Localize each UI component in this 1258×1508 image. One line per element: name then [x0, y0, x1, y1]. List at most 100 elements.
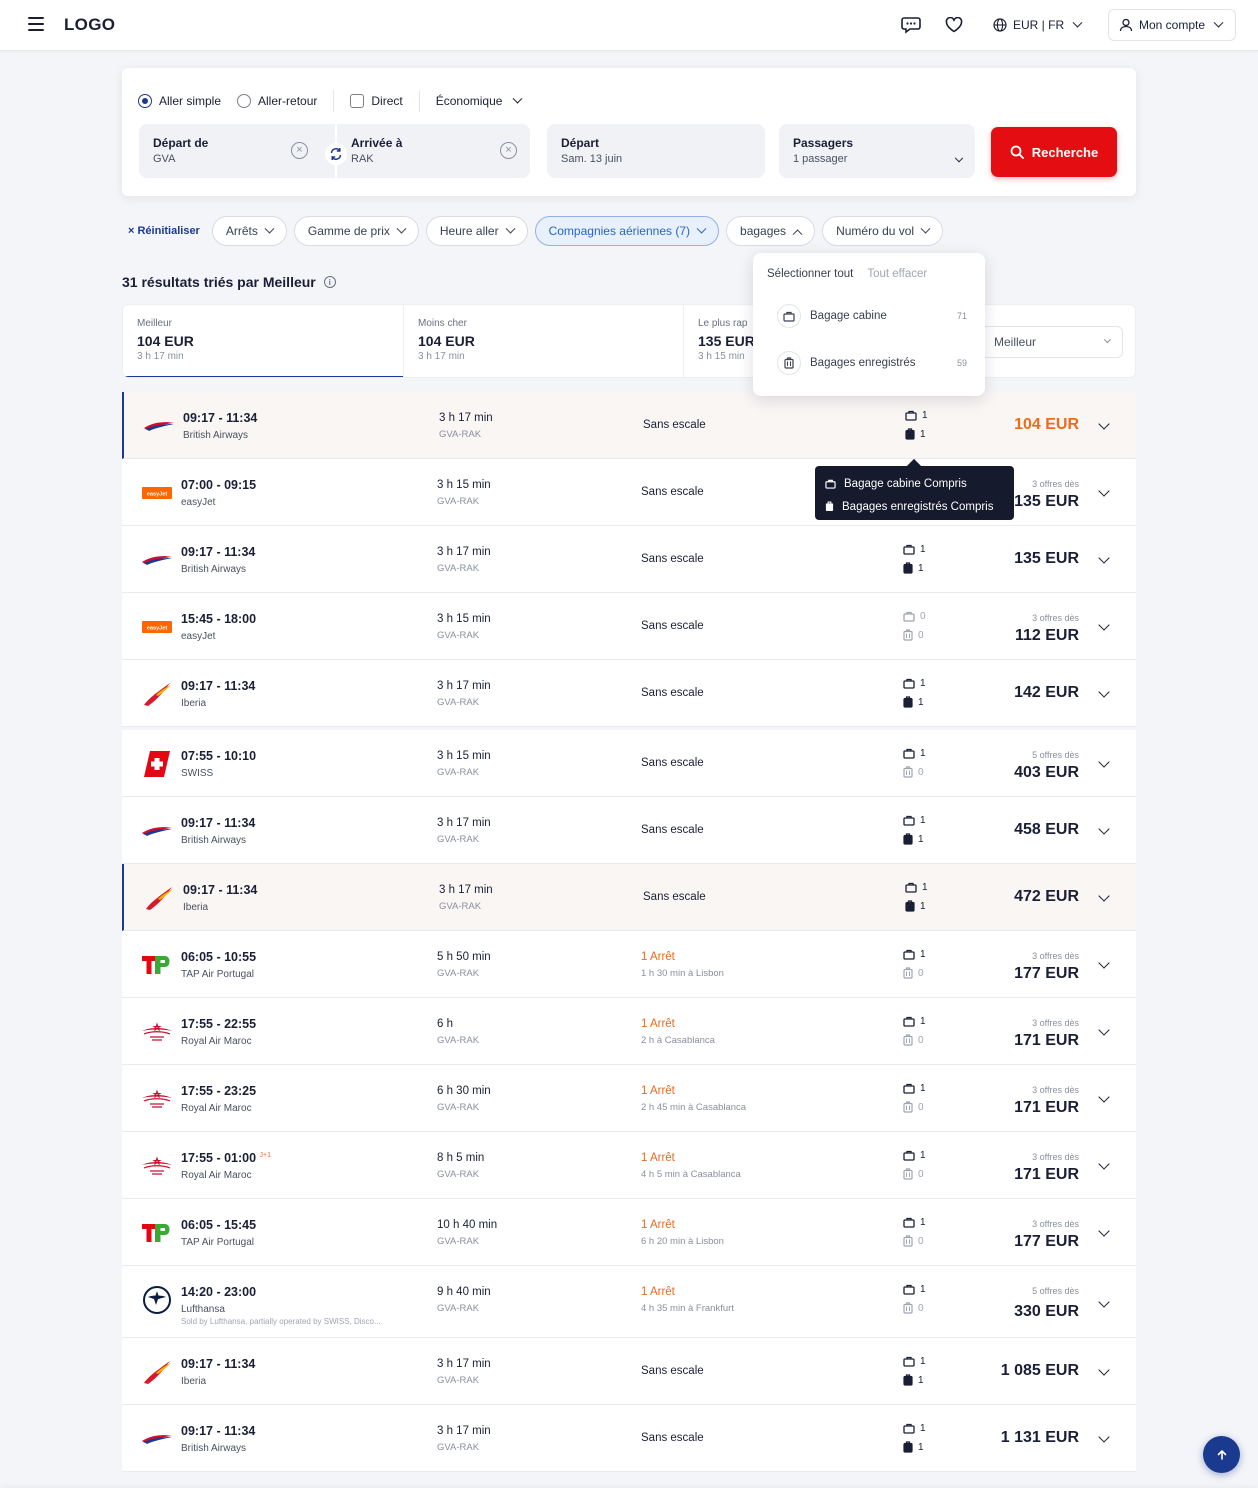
- checked-bag-info[interactable]: 0: [903, 967, 924, 979]
- departure-date-field[interactable]: Départ Sam. 13 juin: [547, 124, 765, 178]
- checked-bag-info[interactable]: 0: [903, 629, 924, 641]
- menu-icon[interactable]: [28, 17, 44, 31]
- checked-bag-icon: [903, 833, 913, 845]
- filter-price-range[interactable]: Gamme de prix: [293, 216, 419, 246]
- flight-result-row[interactable]: 09:17 - 11:34 Iberia 3 h 17 min GVA-RAK Sans…: [122, 1338, 1136, 1405]
- passengers-field[interactable]: Passagers 1 passager: [779, 124, 975, 178]
- expand-chevron-icon[interactable]: [1098, 1296, 1110, 1308]
- checked-bag-info[interactable]: 0: [903, 766, 924, 778]
- baggage-option-checked[interactable]: Bagages enregistrés 59: [777, 351, 967, 375]
- sort-tab-best[interactable]: Meilleur 104 EUR 3 h 17 min: [123, 305, 404, 377]
- cabin-bag-info[interactable]: 1: [903, 1016, 926, 1027]
- cabin-bag-info[interactable]: 1: [905, 410, 928, 421]
- expand-chevron-icon[interactable]: [1098, 1225, 1110, 1237]
- clear-icon[interactable]: ×: [500, 142, 517, 159]
- expand-chevron-icon[interactable]: [1098, 823, 1110, 835]
- checked-bag-info[interactable]: 1: [903, 833, 924, 845]
- flight-result-row[interactable]: 09:17 - 11:34 British Airways 3 h 17 min GV…: [122, 526, 1136, 593]
- checked-bag-info[interactable]: 1: [903, 1441, 924, 1453]
- checked-bag-info[interactable]: 0: [903, 1302, 924, 1314]
- cabin-bag-info[interactable]: 1: [903, 1284, 926, 1295]
- flight-price: 112 EUR: [1014, 627, 1079, 644]
- cabin-bag-info[interactable]: 0: [903, 611, 926, 622]
- flight-result-row[interactable]: 09:17 - 11:34 Iberia 3 h 17 min GVA-RAK Sans…: [122, 660, 1136, 727]
- select-all-link[interactable]: Sélectionner tout: [767, 268, 853, 280]
- expand-chevron-icon[interactable]: [1098, 418, 1110, 430]
- sort-tab-price: 104 EUR: [418, 333, 475, 349]
- scroll-to-top-button[interactable]: [1203, 1436, 1240, 1473]
- swap-icon[interactable]: [325, 143, 347, 165]
- trip-round-radio[interactable]: Aller-retour: [237, 94, 317, 108]
- expand-chevron-icon[interactable]: [1098, 619, 1110, 631]
- expand-chevron-icon[interactable]: [1098, 1431, 1110, 1443]
- cabin-bag-info[interactable]: 1: [905, 882, 928, 893]
- filter-departure-time[interactable]: Heure aller: [425, 216, 528, 246]
- flight-result-row[interactable]: 06:05 - 10:55 TAP Air Portugal 5 h 50 min G…: [122, 931, 1136, 998]
- filter-baggage[interactable]: bagages: [726, 216, 816, 246]
- expand-chevron-icon[interactable]: [1098, 756, 1110, 768]
- baggage-option-cabin[interactable]: Bagage cabine 71: [777, 304, 967, 328]
- reset-filters-link[interactable]: × Réinitialiser: [122, 225, 200, 237]
- filter-stops[interactable]: Arrêts: [211, 216, 287, 246]
- expand-chevron-icon[interactable]: [1098, 957, 1110, 969]
- trip-one-way-radio[interactable]: Aller simple: [138, 94, 221, 108]
- expand-chevron-icon[interactable]: [1098, 1091, 1110, 1103]
- cabin-class-select[interactable]: Économique: [436, 93, 523, 108]
- expand-chevron-icon[interactable]: [1098, 552, 1110, 564]
- clear-all-link[interactable]: Tout effacer: [867, 268, 927, 280]
- expand-chevron-icon[interactable]: [1098, 485, 1110, 497]
- flight-result-row[interactable]: 09:17 - 11:34 British Airways 3 h 17 min GV…: [122, 392, 1136, 459]
- destination-field[interactable]: Arrivée à RAK ×: [337, 124, 530, 178]
- search-button[interactable]: Recherche: [991, 127, 1117, 177]
- flight-result-row[interactable]: easyJet 15:45 - 18:00 easyJet 3 h 15 min GVA…: [122, 593, 1136, 660]
- flight-stops: Sans escale: [641, 486, 704, 498]
- flight-result-row[interactable]: 09:17 - 11:34 British Airways 3 h 17 min GV…: [122, 797, 1136, 864]
- sort-select[interactable]: Meilleur: [981, 326, 1123, 358]
- checked-bag-info[interactable]: 1: [903, 1374, 924, 1386]
- cabin-bag-info[interactable]: 1: [903, 748, 926, 759]
- flight-result-row[interactable]: 17:55 - 23:25 Royal Air Maroc 6 h 30 min GV…: [122, 1065, 1136, 1132]
- checked-bag-count: 0: [918, 1302, 924, 1314]
- cabin-bag-info[interactable]: 1: [903, 1356, 926, 1367]
- filter-flight-number[interactable]: Numéro du vol: [822, 216, 944, 246]
- cabin-bag-info[interactable]: 1: [903, 1083, 926, 1094]
- expand-chevron-icon[interactable]: [1098, 1364, 1110, 1376]
- filter-airlines[interactable]: Compagnies aériennes (7): [534, 216, 720, 246]
- expand-chevron-icon[interactable]: [1098, 1024, 1110, 1036]
- expand-chevron-icon[interactable]: [1098, 686, 1110, 698]
- flight-result-row[interactable]: 09:17 - 11:34 British Airways 3 h 17 min GV…: [122, 1405, 1136, 1472]
- flight-result-row[interactable]: 06:05 - 15:45 TAP Air Portugal 10 h 40 min…: [122, 1199, 1136, 1266]
- expand-chevron-icon[interactable]: [1098, 890, 1110, 902]
- account-button[interactable]: Mon compte: [1108, 9, 1236, 41]
- flight-result-row[interactable]: 17:55 - 01:00 J+1 Royal Air Maroc 8 h 5 mi…: [122, 1132, 1136, 1199]
- checked-bag-info[interactable]: 1: [905, 900, 926, 912]
- cabin-bag-info[interactable]: 1: [903, 1150, 926, 1161]
- flight-result-row[interactable]: 09:17 - 11:34 Iberia 3 h 17 min GVA-RAK Sans…: [122, 864, 1136, 931]
- cabin-bag-info[interactable]: 1: [903, 1423, 926, 1434]
- cabin-bag-info[interactable]: 1: [903, 949, 926, 960]
- flight-result-row[interactable]: 17:55 - 22:55 Royal Air Maroc 6 h GVA-RAK 1 …: [122, 998, 1136, 1065]
- checked-bag-info[interactable]: 1: [903, 696, 924, 708]
- info-icon[interactable]: i: [323, 276, 336, 288]
- checked-bag-info[interactable]: 0: [903, 1101, 924, 1113]
- cabin-bag-info[interactable]: 1: [903, 1217, 926, 1228]
- flight-result-row[interactable]: 07:55 - 10:10 SWISS 3 h 15 min GVA-RAK Sans …: [122, 730, 1136, 797]
- expand-chevron-icon[interactable]: [1098, 1158, 1110, 1170]
- cabin-bag-info[interactable]: 1: [903, 678, 926, 689]
- chat-icon[interactable]: [900, 14, 922, 36]
- direct-checkbox[interactable]: Direct: [350, 94, 403, 108]
- checked-bag-info[interactable]: 0: [903, 1235, 924, 1247]
- checked-bag-info[interactable]: 0: [903, 1168, 924, 1180]
- checked-bag-info[interactable]: 1: [903, 562, 924, 574]
- sort-tab-cheapest[interactable]: Moins cher 104 EUR 3 h 17 min: [404, 305, 684, 377]
- heart-icon[interactable]: [943, 14, 965, 36]
- currency-language-selector[interactable]: EUR | FR: [982, 9, 1093, 41]
- flight-result-row[interactable]: 14:20 - 23:00 Lufthansa Sold by Lufthansa,…: [122, 1266, 1136, 1338]
- origin-field[interactable]: Départ de GVA ×: [139, 124, 335, 178]
- clear-icon[interactable]: ×: [291, 142, 308, 159]
- cabin-bag-info[interactable]: 1: [903, 544, 926, 555]
- checked-bag-info[interactable]: 0: [903, 1034, 924, 1046]
- cabin-bag-info[interactable]: 1: [903, 815, 926, 826]
- logo[interactable]: LOGO: [64, 15, 115, 35]
- checked-bag-info[interactable]: 1: [905, 428, 926, 440]
